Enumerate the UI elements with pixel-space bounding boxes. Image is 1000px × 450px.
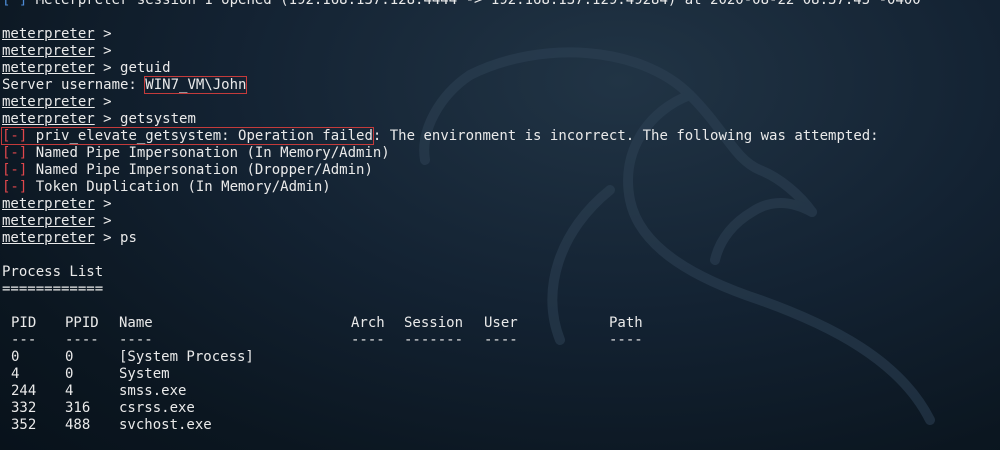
dash-path: ---- bbox=[609, 332, 643, 348]
process-ppid: 316 bbox=[65, 400, 91, 416]
attempt-text: Token Duplication (In Memory/Admin) bbox=[35, 179, 331, 195]
prompt-arrow: > bbox=[94, 60, 121, 76]
dash-user: ---- bbox=[484, 332, 518, 348]
process-row: 4 0 System bbox=[2, 366, 998, 383]
error-highlight: priv_elevate_getsystem: Operation failed bbox=[35, 128, 373, 144]
prompt-label: meterpreter bbox=[2, 60, 95, 76]
process-ppid: 4 bbox=[65, 383, 74, 399]
attempt-line: [-] Token Duplication (In Memory/Admin) bbox=[2, 179, 998, 196]
session-text: Meterpreter session 1 opened (192.168.13… bbox=[27, 0, 921, 8]
info-marker: [*] bbox=[2, 0, 28, 8]
process-name: [System Process] bbox=[119, 349, 254, 365]
session-opened-line: [*] Meterpreter session 1 opened (192.16… bbox=[2, 0, 998, 9]
process-name: svchost.exe bbox=[119, 417, 212, 433]
process-ppid: 0 bbox=[65, 366, 74, 382]
process-row: 332 316 csrss.exe bbox=[2, 400, 998, 417]
error-marker: [-] bbox=[2, 145, 28, 161]
dash-session: ------- bbox=[404, 332, 464, 348]
prompt-label: meterpreter bbox=[2, 26, 95, 42]
server-username-value: WIN7_VM\John bbox=[144, 76, 248, 94]
prompt-label: meterpreter bbox=[2, 43, 95, 59]
header-path: Path bbox=[609, 315, 643, 331]
prompt-arrow: > bbox=[94, 196, 121, 212]
process-list-underline: ============ bbox=[2, 281, 104, 297]
terminal-output: [*] Meterpreter session 1 opened (192.16… bbox=[1, 0, 998, 434]
prompt-line: meterpreter > bbox=[2, 94, 998, 111]
getsystem-error-line: [-] priv_elevate_getsystem: Operation fa… bbox=[1, 127, 998, 145]
process-ppid: 0 bbox=[65, 349, 74, 365]
getuid-command-line: meterpreter > getuid bbox=[2, 60, 998, 77]
error-marker: [-] bbox=[2, 128, 28, 144]
prompt-label: meterpreter bbox=[2, 230, 95, 246]
prompt-arrow: > bbox=[94, 26, 121, 42]
header-pid: PID bbox=[11, 315, 37, 331]
dash-ppid: ---- bbox=[65, 332, 99, 348]
dash-pid: --- bbox=[11, 332, 37, 348]
process-name: System bbox=[119, 366, 170, 382]
process-row: 244 4 smss.exe bbox=[2, 383, 998, 400]
prompt-line: meterpreter > bbox=[2, 43, 998, 60]
process-row: 0 0 [System Process] bbox=[2, 349, 998, 366]
prompt-arrow: > bbox=[94, 111, 121, 127]
attempt-text: Named Pipe Impersonation (Dropper/Admin) bbox=[35, 162, 373, 178]
getuid-output-line: Server username: WIN7_VM\John bbox=[2, 76, 998, 94]
prompt-label: meterpreter bbox=[2, 111, 95, 127]
header-session: Session bbox=[404, 315, 464, 331]
dash-arch: ---- bbox=[351, 332, 385, 348]
header-ppid: PPID bbox=[65, 315, 99, 331]
prompt-line: meterpreter > bbox=[2, 213, 998, 230]
process-table-header: PID PPID Name Arch Session User Path bbox=[2, 315, 998, 332]
attempt-text: Named Pipe Impersonation (In Memory/Admi… bbox=[35, 145, 390, 161]
prompt-label: meterpreter bbox=[2, 94, 95, 110]
prompt-arrow: > bbox=[94, 230, 121, 246]
getsystem-command: getsystem bbox=[120, 111, 196, 127]
prompt-arrow: > bbox=[94, 43, 121, 59]
process-ppid: 488 bbox=[65, 417, 91, 433]
error-rest: : The environment is incorrect. The foll… bbox=[372, 128, 879, 144]
getsystem-command-line: meterpreter > getsystem bbox=[2, 111, 998, 128]
process-row: 352 488 svchost.exe bbox=[2, 417, 998, 434]
dash-name: ---- bbox=[119, 332, 153, 348]
prompt-label: meterpreter bbox=[2, 196, 95, 212]
error-marker: [-] bbox=[2, 162, 28, 178]
header-user: User bbox=[484, 315, 518, 331]
process-pid: 352 bbox=[11, 417, 37, 433]
ps-command-line: meterpreter > ps bbox=[2, 230, 998, 247]
process-name: csrss.exe bbox=[119, 400, 195, 416]
prompt-label: meterpreter bbox=[2, 213, 95, 229]
prompt-arrow: > bbox=[94, 213, 121, 229]
server-username-label: Server username: bbox=[2, 77, 146, 93]
process-pid: 244 bbox=[11, 383, 37, 399]
process-name: smss.exe bbox=[119, 383, 187, 399]
ps-command: ps bbox=[120, 230, 137, 246]
process-list-title: Process List bbox=[2, 264, 104, 280]
process-pid: 332 bbox=[11, 400, 37, 416]
prompt-line: meterpreter > bbox=[2, 196, 998, 213]
prompt-arrow: > bbox=[94, 94, 121, 110]
attempt-line: [-] Named Pipe Impersonation (Dropper/Ad… bbox=[2, 162, 998, 179]
attempt-line: [-] Named Pipe Impersonation (In Memory/… bbox=[2, 145, 998, 162]
header-arch: Arch bbox=[351, 315, 385, 331]
error-marker: [-] bbox=[2, 179, 28, 195]
process-pid: 4 bbox=[11, 366, 20, 382]
getuid-command: getuid bbox=[120, 60, 171, 76]
process-pid: 0 bbox=[11, 349, 20, 365]
header-name: Name bbox=[119, 315, 153, 331]
prompt-line: meterpreter > bbox=[2, 26, 998, 43]
process-table-dashes: --- ---- ---- ---- ------- ---- ---- bbox=[2, 332, 998, 349]
